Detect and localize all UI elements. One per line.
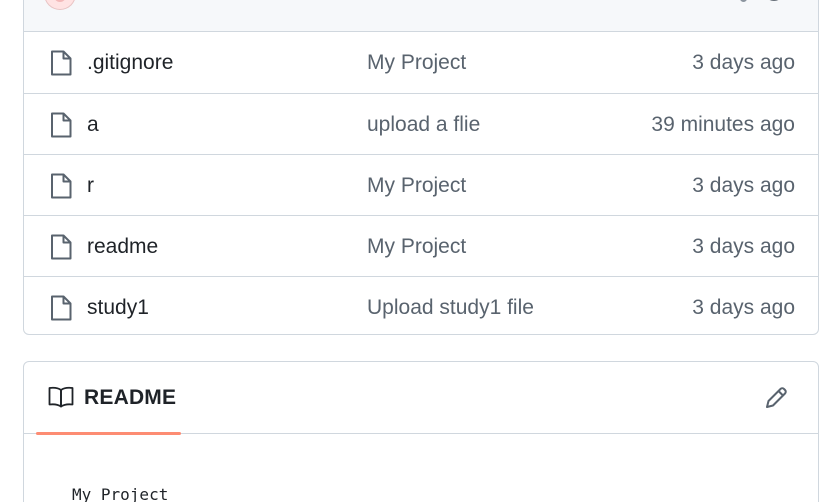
commit-message-link[interactable]: Upload study1 file: [367, 295, 534, 321]
file-row[interactable]: a upload a flie 39 minutes ago: [24, 93, 818, 154]
file-name-link[interactable]: readme: [87, 234, 158, 260]
repository-page: .gitignore My Project 3 days ago a uploa…: [0, 0, 829, 502]
active-tab-indicator: [36, 432, 181, 435]
commit-message-link[interactable]: upload a flie: [367, 112, 480, 138]
file-icon: [51, 50, 72, 76]
commit-age: 3 days ago: [692, 174, 795, 197]
file-name-link[interactable]: r: [87, 173, 94, 199]
edit-readme-button[interactable]: [762, 384, 790, 412]
file-table: .gitignore My Project 3 days ago a uploa…: [23, 0, 819, 335]
commit-history-label[interactable]: [740, 0, 747, 2]
file-icon: [51, 295, 72, 321]
tab-readme[interactable]: README: [36, 362, 181, 435]
file-row[interactable]: .gitignore My Project 3 days ago: [24, 32, 818, 93]
avatar[interactable]: [44, 0, 76, 10]
commit-message-link[interactable]: My Project: [367, 173, 466, 199]
commit-age: 3 days ago: [692, 296, 795, 319]
latest-commit-bar: [24, 0, 818, 32]
commit-age: 39 minutes ago: [651, 113, 795, 136]
file-name-link[interactable]: .gitignore: [87, 50, 173, 76]
file-row[interactable]: readme My Project 3 days ago: [24, 215, 818, 276]
file-name-link[interactable]: a: [87, 112, 99, 138]
file-icon: [51, 173, 72, 199]
readme-tab-label: README: [84, 386, 177, 409]
pencil-icon: [766, 387, 787, 408]
file-name-link[interactable]: study1: [87, 295, 149, 321]
history-icon[interactable]: [764, 0, 784, 1]
file-icon: [51, 234, 72, 260]
readme-panel: README My Project: [23, 361, 819, 502]
commit-age: 3 days ago: [692, 235, 795, 258]
file-icon: [51, 112, 72, 138]
commit-age: 3 days ago: [692, 51, 795, 74]
book-icon: [48, 386, 74, 408]
commit-message-link[interactable]: My Project: [367, 234, 466, 260]
readme-header: README: [24, 362, 818, 435]
file-row[interactable]: r My Project 3 days ago: [24, 154, 818, 215]
file-row[interactable]: study1 Upload study1 file 3 days ago: [24, 276, 818, 334]
commit-message-link[interactable]: My Project: [367, 50, 466, 76]
readme-content: My Project: [72, 485, 169, 502]
